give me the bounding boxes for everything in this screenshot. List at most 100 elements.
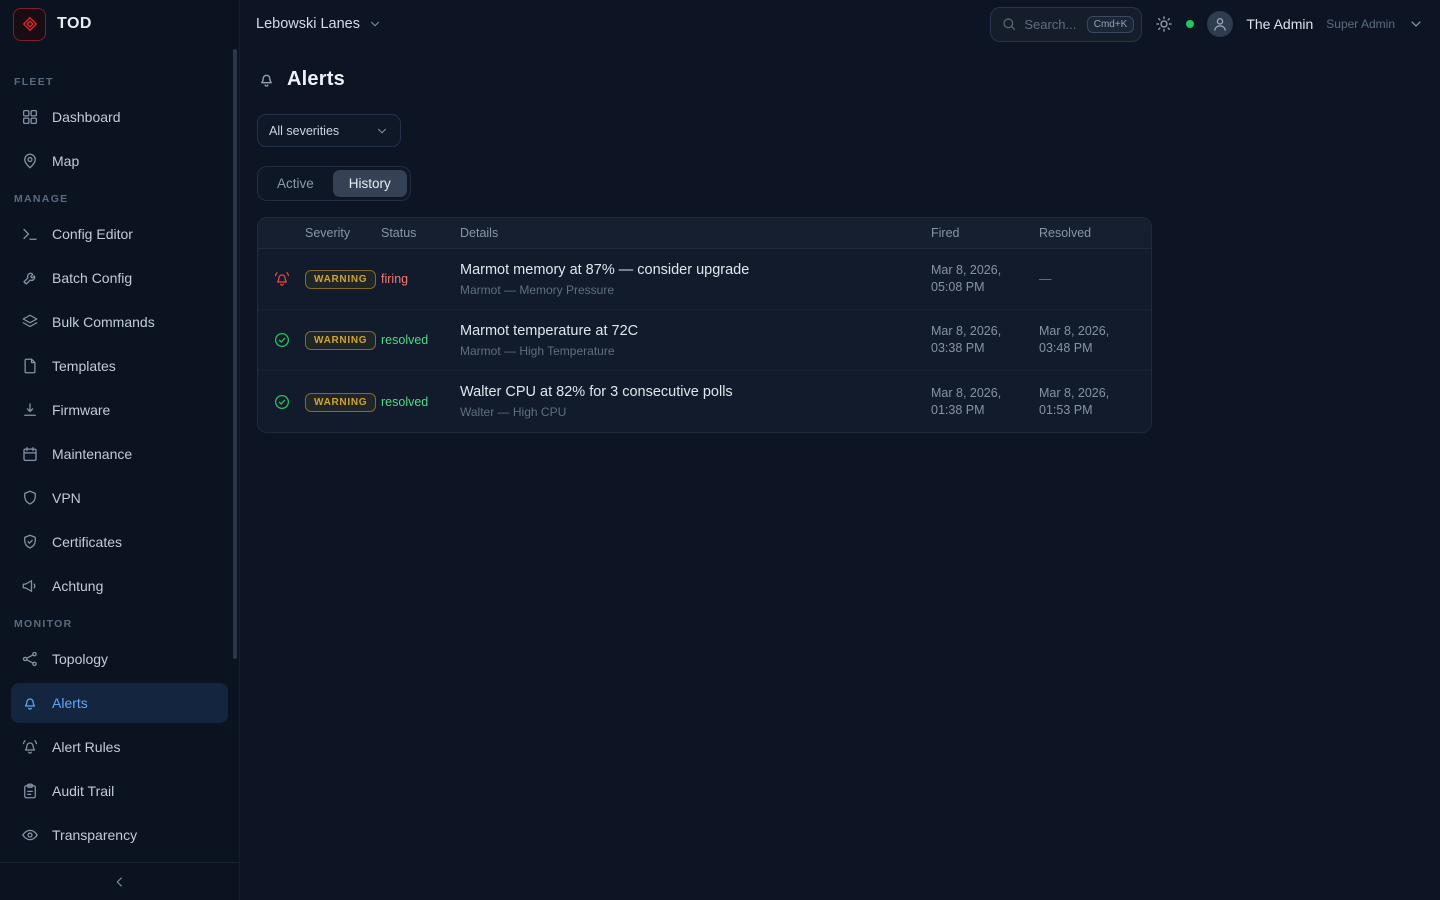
user-role: Super Admin (1326, 17, 1395, 31)
eye-icon (21, 826, 39, 844)
avatar[interactable] (1207, 11, 1233, 37)
header-fired: Fired (931, 226, 1039, 240)
details-cell: Marmot memory at 87% — consider upgrade M… (460, 262, 931, 297)
terminal-icon (21, 225, 39, 243)
row-state-cell (258, 331, 305, 349)
megaphone-icon (21, 577, 39, 595)
sidebar-footer (0, 862, 239, 900)
sidebar-item-bulk-commands[interactable]: Bulk Commands (11, 302, 228, 342)
bell-ring-icon (21, 738, 39, 756)
table-row[interactable]: WARNINGfiringMarmot memory at 87% — cons… (258, 249, 1151, 310)
sidebar-item-alerts[interactable]: Alerts (11, 683, 228, 723)
table-row[interactable]: WARNING resolvedWalter CPU at 82% for 3 c… (258, 371, 1151, 432)
header-resolved: Resolved (1039, 226, 1151, 240)
sidebar-item-label: Firmware (52, 402, 110, 418)
wrench-icon (21, 269, 39, 287)
alert-subtitle: Marmot — Memory Pressure (460, 283, 931, 297)
sidebar-item-alert-rules[interactable]: Alert Rules (11, 727, 228, 767)
sidebar-item-map[interactable]: Map (11, 141, 228, 181)
severity-filter-select[interactable]: All severities (257, 114, 401, 147)
tab-history[interactable]: History (333, 170, 407, 197)
sidebar-item-label: Batch Config (52, 270, 132, 286)
content: Alerts All severities ActiveHistory Seve… (240, 48, 1440, 900)
table-header-row: Severity Status Details Fired Resolved (258, 218, 1151, 249)
search-box[interactable]: Cmd+K (990, 7, 1142, 42)
severity-cell: WARNING (305, 330, 381, 350)
severity-filter-value: All severities (269, 124, 339, 138)
alert-subtitle: Walter — High CPU (460, 405, 931, 419)
row-state-cell (258, 270, 305, 288)
download-icon (21, 401, 39, 419)
logo-icon (13, 8, 46, 41)
resolved-cell: Mar 8, 2026, 01:53 PM (1039, 385, 1151, 419)
severity-cell: WARNING (305, 392, 381, 412)
calendar-icon (21, 445, 39, 463)
collapse-sidebar-button[interactable] (112, 874, 128, 890)
alert-subtitle: Marmot — High Temperature (460, 344, 931, 358)
shield-icon (21, 489, 39, 507)
sidebar-item-topology[interactable]: Topology (11, 639, 228, 679)
sidebar-item-certificates[interactable]: Certificates (11, 522, 228, 562)
chevron-left-icon (112, 874, 128, 890)
user-icon (1211, 15, 1229, 33)
fired-cell: Mar 8, 2026, 05:08 PM (931, 262, 1039, 296)
sidebar-item-maintenance[interactable]: Maintenance (11, 434, 228, 474)
severity-badge: WARNING (305, 393, 376, 412)
sidebar-item-dashboard[interactable]: Dashboard (11, 97, 228, 137)
sidebar-item-vpn[interactable]: VPN (11, 478, 228, 518)
sidebar-item-label: Certificates (52, 534, 122, 550)
search-icon (1001, 16, 1017, 32)
sidebar-item-label: Topology (52, 651, 108, 667)
chevron-down-icon (368, 17, 382, 31)
severity-cell: WARNING (305, 269, 381, 289)
theme-toggle-button[interactable] (1155, 15, 1173, 33)
sidebar-item-label: Alert Rules (52, 739, 120, 755)
logo: TOD (0, 0, 239, 48)
nav-section-label: FLEET (14, 76, 225, 88)
sidebar-item-config-editor[interactable]: Config Editor (11, 214, 228, 254)
search-shortcut-badge: Cmd+K (1087, 16, 1135, 33)
fired-cell: Mar 8, 2026, 03:38 PM (931, 323, 1039, 357)
sidebar-item-firmware[interactable]: Firmware (11, 390, 228, 430)
sidebar-item-audit-trail[interactable]: Audit Trail (11, 771, 228, 811)
sidebar-item-achtung[interactable]: Achtung (11, 566, 228, 606)
alert-title: Marmot memory at 87% — consider upgrade (460, 262, 931, 278)
page-title: Alerts (287, 68, 345, 91)
sidebar-item-templates[interactable]: Templates (11, 346, 228, 386)
table-body: WARNINGfiringMarmot memory at 87% — cons… (258, 249, 1151, 432)
details-cell: Marmot temperature at 72CMarmot — High T… (460, 323, 931, 358)
sidebar-scrollbar[interactable] (233, 49, 237, 659)
bell-icon (257, 70, 276, 89)
main-area: Lebowski Lanes Cmd+K The Admin Super Adm… (240, 0, 1440, 900)
search-input[interactable] (1024, 17, 1079, 32)
user-name: The Admin (1246, 16, 1313, 32)
resolved-cell: — (1039, 271, 1151, 288)
table-row[interactable]: WARNINGresolvedMarmot temperature at 72C… (258, 310, 1151, 371)
clipboard-icon (21, 782, 39, 800)
alerts-table: Severity Status Details Fired Resolved W… (257, 217, 1152, 433)
check-circle-icon (273, 393, 291, 411)
page-head: Alerts (257, 68, 1423, 91)
user-menu-button[interactable] (1408, 16, 1424, 32)
header-severity: Severity (305, 226, 381, 240)
topology-icon (21, 650, 39, 668)
sidebar-item-batch-config[interactable]: Batch Config (11, 258, 228, 298)
dashboard-icon (21, 108, 39, 126)
sidebar-item-label: Dashboard (52, 109, 121, 125)
alert-title: Walter CPU at 82% for 3 consecutive poll… (460, 384, 931, 400)
status-cell: resolved (381, 333, 460, 347)
sidebar-item-label: Config Editor (52, 226, 133, 242)
sidebar-item-transparency[interactable]: Transparency (11, 815, 228, 855)
bell-alert-icon (273, 270, 291, 288)
nav-section-label: MANAGE (14, 193, 225, 205)
fired-cell: Mar 8, 2026, 01:38 PM (931, 385, 1039, 419)
alerts-tabs: ActiveHistory (257, 166, 411, 201)
topbar-right: Cmd+K The Admin Super Admin (990, 7, 1424, 42)
status-cell: resolved (381, 395, 460, 409)
workspace-switcher[interactable]: Lebowski Lanes (256, 16, 382, 32)
row-state-cell (258, 393, 305, 411)
topbar: Lebowski Lanes Cmd+K The Admin Super Adm… (240, 0, 1440, 48)
tab-active[interactable]: Active (261, 170, 330, 197)
map-icon (21, 152, 39, 170)
workspace-name: Lebowski Lanes (256, 16, 360, 32)
